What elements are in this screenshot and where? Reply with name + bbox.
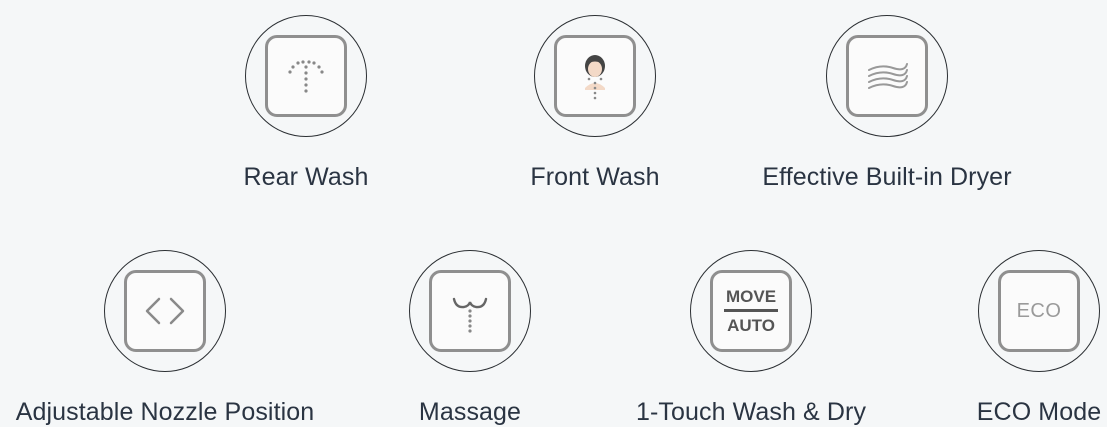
feature-massage: Massage [330,250,610,427]
feature-tile [554,35,636,117]
feature-label: Massage [418,398,522,426]
feature-circle [245,15,367,137]
feature-tile [429,270,511,352]
feature-label: Rear Wash [243,163,369,191]
feature-tile: MOVE AUTO [710,270,792,352]
feature-tile: ECO [998,270,1080,352]
auto-text: AUTO [727,315,775,335]
feature-circle [534,15,656,137]
feature-circle: MOVE AUTO [690,250,812,372]
rear-wash-icon [288,60,324,93]
feature-circle [826,15,948,137]
feature-eco-mode: ECO ECO Mode [899,250,1107,427]
feature-rear-wash: Rear Wash [166,15,446,192]
feature-tile [124,270,206,352]
move-text: MOVE [725,287,777,307]
feature-nozzle-position: Adjustable Nozzle Position [16,250,314,427]
feature-label: 1-Touch Wash & Dry [635,398,867,426]
feature-circle: ECO [978,250,1100,372]
feature-label: Front Wash [530,163,660,191]
massage-icon [452,297,488,333]
front-wash-icon [585,55,605,100]
one-touch-icon: MOVE AUTO [724,288,778,334]
feature-label: ECO Mode [976,398,1102,426]
dryer-icon [868,63,908,89]
feature-front-wash: Front Wash [455,15,735,192]
move-auto-divider [724,309,778,312]
nozzle-position-icon [145,297,185,325]
feature-label: Adjustable Nozzle Position [15,398,315,426]
feature-circle [104,250,226,372]
feature-tile [846,35,928,117]
feature-one-touch: MOVE AUTO 1-Touch Wash & Dry [611,250,891,427]
feature-label: Effective Built-in Dryer [762,163,1012,191]
feature-circle [409,250,531,372]
eco-icon: ECO [1016,299,1062,322]
feature-tile [265,35,347,117]
feature-dryer: Effective Built-in Dryer [747,15,1027,192]
